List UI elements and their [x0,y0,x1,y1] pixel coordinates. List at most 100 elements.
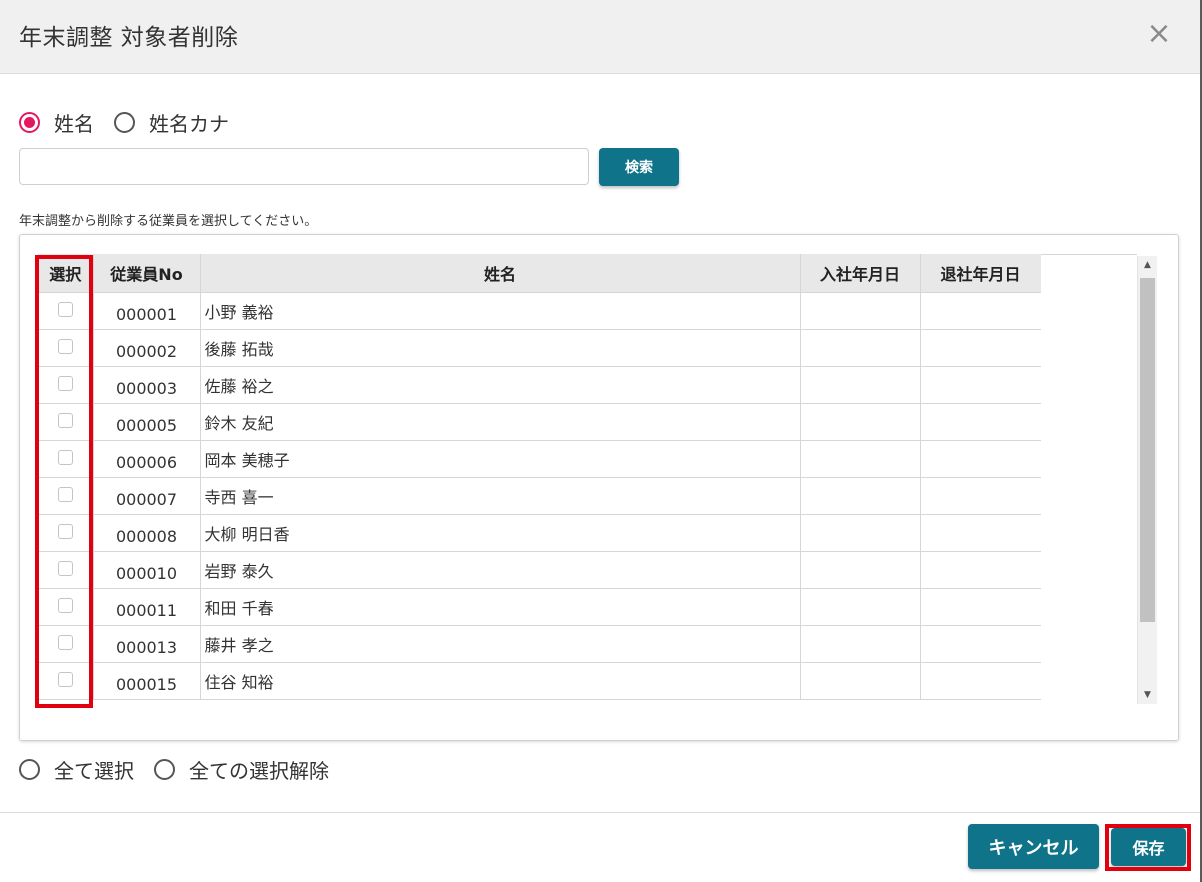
search-button[interactable]: 検索 [599,148,679,186]
table-row[interactable]: 000013 藤井 孝之 [38,625,1041,663]
row-checkbox[interactable] [57,523,73,539]
cell-employee-no: 000002 [93,329,201,367]
cell-employee-no: 000010 [93,551,201,589]
cell-employee-no: 000011 [93,588,201,626]
cell-hire-date [800,588,921,626]
cancel-button[interactable]: キャンセル [968,824,1099,869]
cell-hire-date [800,551,921,589]
cell-leave-date [920,366,1041,404]
deselect-all-label: 全ての選択解除 [189,759,329,783]
cell-leave-date [920,514,1041,552]
scroll-up-arrow-icon[interactable]: ▲ [1138,256,1157,274]
cell-leave-date [920,662,1041,700]
cell-employee-no: 000006 [93,440,201,478]
radio-select-all[interactable] [19,759,40,780]
cell-hire-date [800,477,921,515]
cell-name: 岡本 美穂子 [200,440,801,478]
table-row[interactable]: 000003 佐藤 裕之 [38,366,1041,404]
dialog-title: 年末調整 対象者削除 [19,25,239,51]
col-header-leave-date[interactable]: 退社年月日 [920,254,1041,293]
row-checkbox[interactable] [57,560,73,576]
cell-employee-no: 000003 [93,366,201,404]
cell-employee-no: 000005 [93,403,201,441]
table-row[interactable]: 000007 寺西 喜一 [38,477,1041,515]
save-button[interactable]: 保存 [1111,828,1186,866]
table-row[interactable]: 000015 住谷 知裕 [38,662,1041,700]
close-icon[interactable]: × [1142,18,1176,52]
dialog: 年末調整 対象者削除 × 姓名 姓名カナ 検索 年末調整から削除する従業員を選択… [0,0,1202,882]
scrollbar-thumb[interactable] [1140,278,1155,622]
table-header-row: 選択 従業員No 姓名 入社年月日 退社年月日 [38,254,1041,293]
cell-leave-date [920,588,1041,626]
cell-hire-date [800,366,921,404]
cell-employee-no: 000007 [93,477,201,515]
cell-leave-date [920,292,1041,330]
cell-hire-date [800,440,921,478]
dialog-header: 年末調整 対象者削除 × [0,0,1202,74]
cell-leave-date [920,625,1041,663]
table-row[interactable]: 000011 和田 千春 [38,588,1041,626]
bulk-select-group: 全て選択 全ての選択解除 [19,755,349,784]
search-mode-kana[interactable]: 姓名カナ [114,108,229,137]
row-checkbox[interactable] [57,375,73,391]
cell-hire-date [800,292,921,330]
instruction-text: 年末調整から削除する従業員を選択してください。 [19,214,318,229]
cell-leave-date [920,477,1041,515]
cell-name: 和田 千春 [200,588,801,626]
row-checkbox[interactable] [57,486,73,502]
table-scrollbar[interactable]: ▲ ▼ [1137,256,1157,704]
cell-leave-date [920,551,1041,589]
search-mode-name-label: 姓名 [54,112,94,136]
cell-name: 寺西 喜一 [200,477,801,515]
cell-hire-date [800,514,921,552]
select-all-option[interactable]: 全て選択 [19,755,134,784]
footer-divider [0,812,1202,813]
cell-name: 大柳 明日香 [200,514,801,552]
cell-employee-no: 000013 [93,625,201,663]
cell-name: 岩野 泰久 [200,551,801,589]
deselect-all-option[interactable]: 全ての選択解除 [154,755,329,784]
select-all-label: 全て選択 [54,759,134,783]
table-empty-area [1041,254,1137,704]
table-row[interactable]: 000006 岡本 美穂子 [38,440,1041,478]
cell-leave-date [920,440,1041,478]
radio-deselect-all[interactable] [154,759,175,780]
cell-hire-date [800,625,921,663]
col-header-employee-no[interactable]: 従業員No [93,254,201,293]
cell-name: 住谷 知裕 [200,662,801,700]
row-checkbox[interactable] [57,449,73,465]
row-checkbox[interactable] [57,301,73,317]
cell-employee-no: 000001 [93,292,201,330]
radio-name[interactable] [19,112,40,133]
table-row[interactable]: 000005 鈴木 友紀 [38,403,1041,441]
cell-name: 鈴木 友紀 [200,403,801,441]
row-checkbox[interactable] [57,338,73,354]
search-input[interactable] [19,148,589,185]
radio-kana[interactable] [114,112,135,133]
cell-name: 小野 義裕 [200,292,801,330]
cell-hire-date [800,662,921,700]
table-row[interactable]: 000001 小野 義裕 [38,292,1041,330]
cell-leave-date [920,403,1041,441]
row-checkbox[interactable] [57,597,73,613]
cell-employee-no: 000015 [93,662,201,700]
table-row[interactable]: 000008 大柳 明日香 [38,514,1041,552]
cell-name: 藤井 孝之 [200,625,801,663]
cell-name: 後藤 拓哉 [200,329,801,367]
row-checkbox[interactable] [57,412,73,428]
search-mode-kana-label: 姓名カナ [149,112,229,136]
scroll-down-arrow-icon[interactable]: ▼ [1138,686,1157,704]
col-header-select[interactable]: 選択 [38,254,94,293]
cell-name: 佐藤 裕之 [200,366,801,404]
cell-employee-no: 000008 [93,514,201,552]
table-row[interactable]: 000010 岩野 泰久 [38,551,1041,589]
row-checkbox[interactable] [57,671,73,687]
search-mode-group: 姓名 姓名カナ [19,108,249,137]
cell-hire-date [800,403,921,441]
col-header-name[interactable]: 姓名 [200,254,801,293]
table-row[interactable]: 000002 後藤 拓哉 [38,329,1041,367]
search-mode-name[interactable]: 姓名 [19,108,94,137]
col-header-hire-date[interactable]: 入社年月日 [800,254,921,293]
cell-leave-date [920,329,1041,367]
row-checkbox[interactable] [57,634,73,650]
